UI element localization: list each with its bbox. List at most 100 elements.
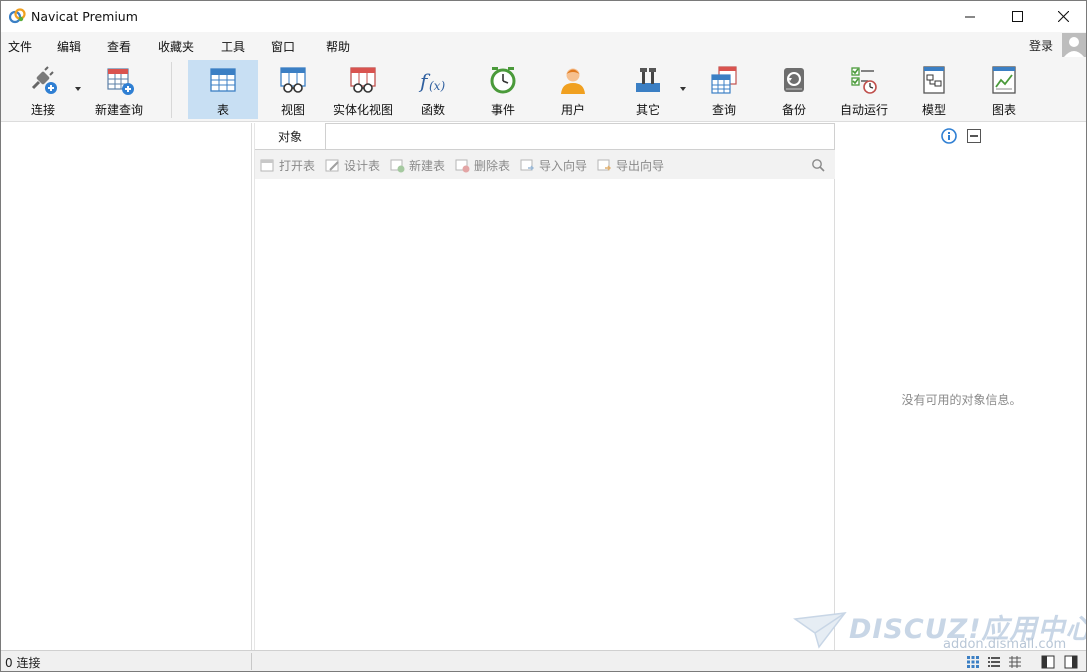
connection-dropdown-arrow[interactable]	[75, 87, 81, 91]
toolbar-materialized-view-button[interactable]: 实体化视图	[328, 60, 398, 119]
login-link[interactable]: 登录	[1029, 37, 1053, 54]
toolbar-model-button[interactable]: 模型	[904, 60, 964, 119]
automation-icon	[851, 67, 877, 94]
toolbar-connection-button[interactable]: 连接	[19, 60, 67, 119]
connection-count: 0 连接	[5, 656, 41, 670]
object-toolbar: 打开表 设计表 新建表 删除表 导入向导 导出向导	[255, 149, 835, 179]
grid-view-button[interactable]	[964, 653, 982, 670]
chart-icon	[992, 66, 1016, 94]
toolbar-connection-label: 连接	[30, 103, 55, 117]
toolbar-backup-button[interactable]: 备份	[764, 60, 824, 119]
menu-help[interactable]: 帮助	[326, 38, 350, 55]
tools-icon	[636, 68, 660, 92]
menu-window[interactable]: 窗口	[271, 38, 295, 55]
toolbar-table-button[interactable]: 表	[188, 60, 258, 119]
user-avatar-icon	[1064, 37, 1084, 57]
toolbar-other-label: 其它	[635, 103, 660, 117]
minimize-button[interactable]	[947, 1, 993, 32]
ddl-icon[interactable]	[967, 129, 981, 143]
main-toolbar: 连接 新建查询 表 视图 实体化视图 f (x) 函数 事件 用户 其它 查询 …	[1, 58, 1086, 122]
maximize-button[interactable]	[994, 1, 1040, 32]
toolbar-user-label: 用户	[560, 103, 585, 117]
toolbar-function-label: 函数	[420, 103, 445, 117]
import-wizard-button[interactable]: 导入向导	[520, 157, 587, 174]
toolbar-function-button[interactable]: f (x) 函数	[403, 60, 463, 119]
menu-file[interactable]: 文件	[8, 38, 32, 55]
detail-view-button[interactable]	[1006, 653, 1024, 670]
connection-tree-pane[interactable]	[1, 123, 252, 650]
toolbar-chart-button[interactable]: 图表	[974, 60, 1034, 119]
minimize-icon	[964, 16, 975, 18]
toolbar-backup-label: 备份	[781, 103, 806, 117]
status-bar: 0 连接	[1, 650, 1086, 671]
window-title: Navicat Premium	[31, 9, 138, 24]
toolbar-query-button[interactable]: 查询	[694, 60, 754, 119]
title-bar: Navicat Premium	[1, 1, 1086, 32]
query-icon	[711, 66, 737, 94]
toolbar-view-button[interactable]: 视图	[263, 60, 323, 119]
close-icon	[1057, 11, 1069, 22]
menu-tools[interactable]: 工具	[221, 38, 245, 55]
table-icon	[210, 68, 236, 92]
object-info-pane: 没有可用的对象信息。	[837, 123, 1086, 650]
toolbar-view-label: 视图	[280, 103, 305, 117]
info-icon[interactable]	[941, 128, 957, 144]
delete-table-button[interactable]: 删除表	[455, 157, 510, 174]
right-pane-icon	[1064, 655, 1078, 668]
menu-view[interactable]: 查看	[107, 38, 131, 55]
toolbar-automation-label: 自动运行	[839, 103, 888, 117]
open-table-button[interactable]: 打开表	[260, 157, 315, 174]
open-table-label: 打开表	[279, 159, 316, 173]
close-button[interactable]	[1040, 1, 1086, 32]
list-view-button[interactable]	[985, 653, 1003, 670]
design-table-button[interactable]: 设计表	[325, 157, 380, 174]
new-table-label: 新建表	[409, 159, 446, 173]
list-view-icon	[988, 656, 1000, 667]
tab-objects[interactable]: 对象	[255, 123, 325, 149]
materialized-view-icon	[350, 67, 376, 93]
menu-bar: 文件 编辑 查看 收藏夹 工具 窗口 帮助 登录	[1, 32, 1086, 58]
export-wizard-icon	[597, 159, 611, 171]
watermark: DISCUZ!应用中心 addon.dismall.com	[793, 607, 1086, 652]
import-wizard-label: 导入向导	[539, 159, 588, 173]
left-pane-icon	[1041, 655, 1055, 668]
toolbar-model-label: 模型	[921, 103, 946, 117]
user-icon	[561, 68, 585, 94]
no-object-info-message: 没有可用的对象信息。	[901, 393, 1022, 407]
menu-favorites[interactable]: 收藏夹	[158, 38, 194, 55]
toolbar-query-label: 查询	[711, 103, 736, 117]
design-table-icon	[325, 159, 339, 172]
toolbar-user-button[interactable]: 用户	[543, 60, 603, 119]
delete-table-label: 删除表	[474, 159, 511, 173]
toolbar-new-query-button[interactable]: 新建查询	[89, 60, 149, 119]
model-icon	[923, 66, 945, 94]
maximize-icon	[1011, 11, 1023, 22]
toolbar-other-button[interactable]: 其它	[618, 60, 678, 119]
toggle-right-pane-button[interactable]	[1062, 653, 1080, 670]
export-wizard-button[interactable]: 导出向导	[597, 157, 664, 174]
view-icon	[280, 67, 306, 93]
event-clock-icon	[490, 67, 516, 94]
search-icon[interactable]	[811, 158, 825, 172]
new-query-icon	[107, 68, 134, 95]
toolbar-automation-button[interactable]: 自动运行	[834, 60, 894, 119]
toolbar-table-label: 表	[216, 103, 229, 117]
new-table-icon	[390, 159, 405, 173]
navicat-window: Navicat Premium 文件 编辑 查看 收藏夹 工具 窗口 帮助 登录	[0, 0, 1087, 672]
avatar[interactable]	[1062, 33, 1086, 57]
export-wizard-label: 导出向导	[616, 159, 665, 173]
paper-plane-icon	[793, 612, 847, 649]
other-dropdown-arrow[interactable]	[680, 87, 686, 91]
svg-text:(x): (x)	[429, 79, 445, 93]
navicat-logo-icon	[9, 8, 26, 24]
backup-icon	[784, 68, 804, 92]
toolbar-chart-label: 图表	[991, 103, 1016, 117]
design-table-label: 设计表	[344, 159, 381, 173]
function-icon: f (x)	[418, 69, 445, 93]
toolbar-new-query-label: 新建查询	[94, 103, 143, 117]
toggle-left-pane-button[interactable]	[1039, 653, 1057, 670]
menu-edit[interactable]: 编辑	[57, 38, 81, 55]
new-table-button[interactable]: 新建表	[390, 157, 445, 174]
object-tab-strip	[325, 123, 835, 149]
toolbar-event-button[interactable]: 事件	[473, 60, 533, 119]
